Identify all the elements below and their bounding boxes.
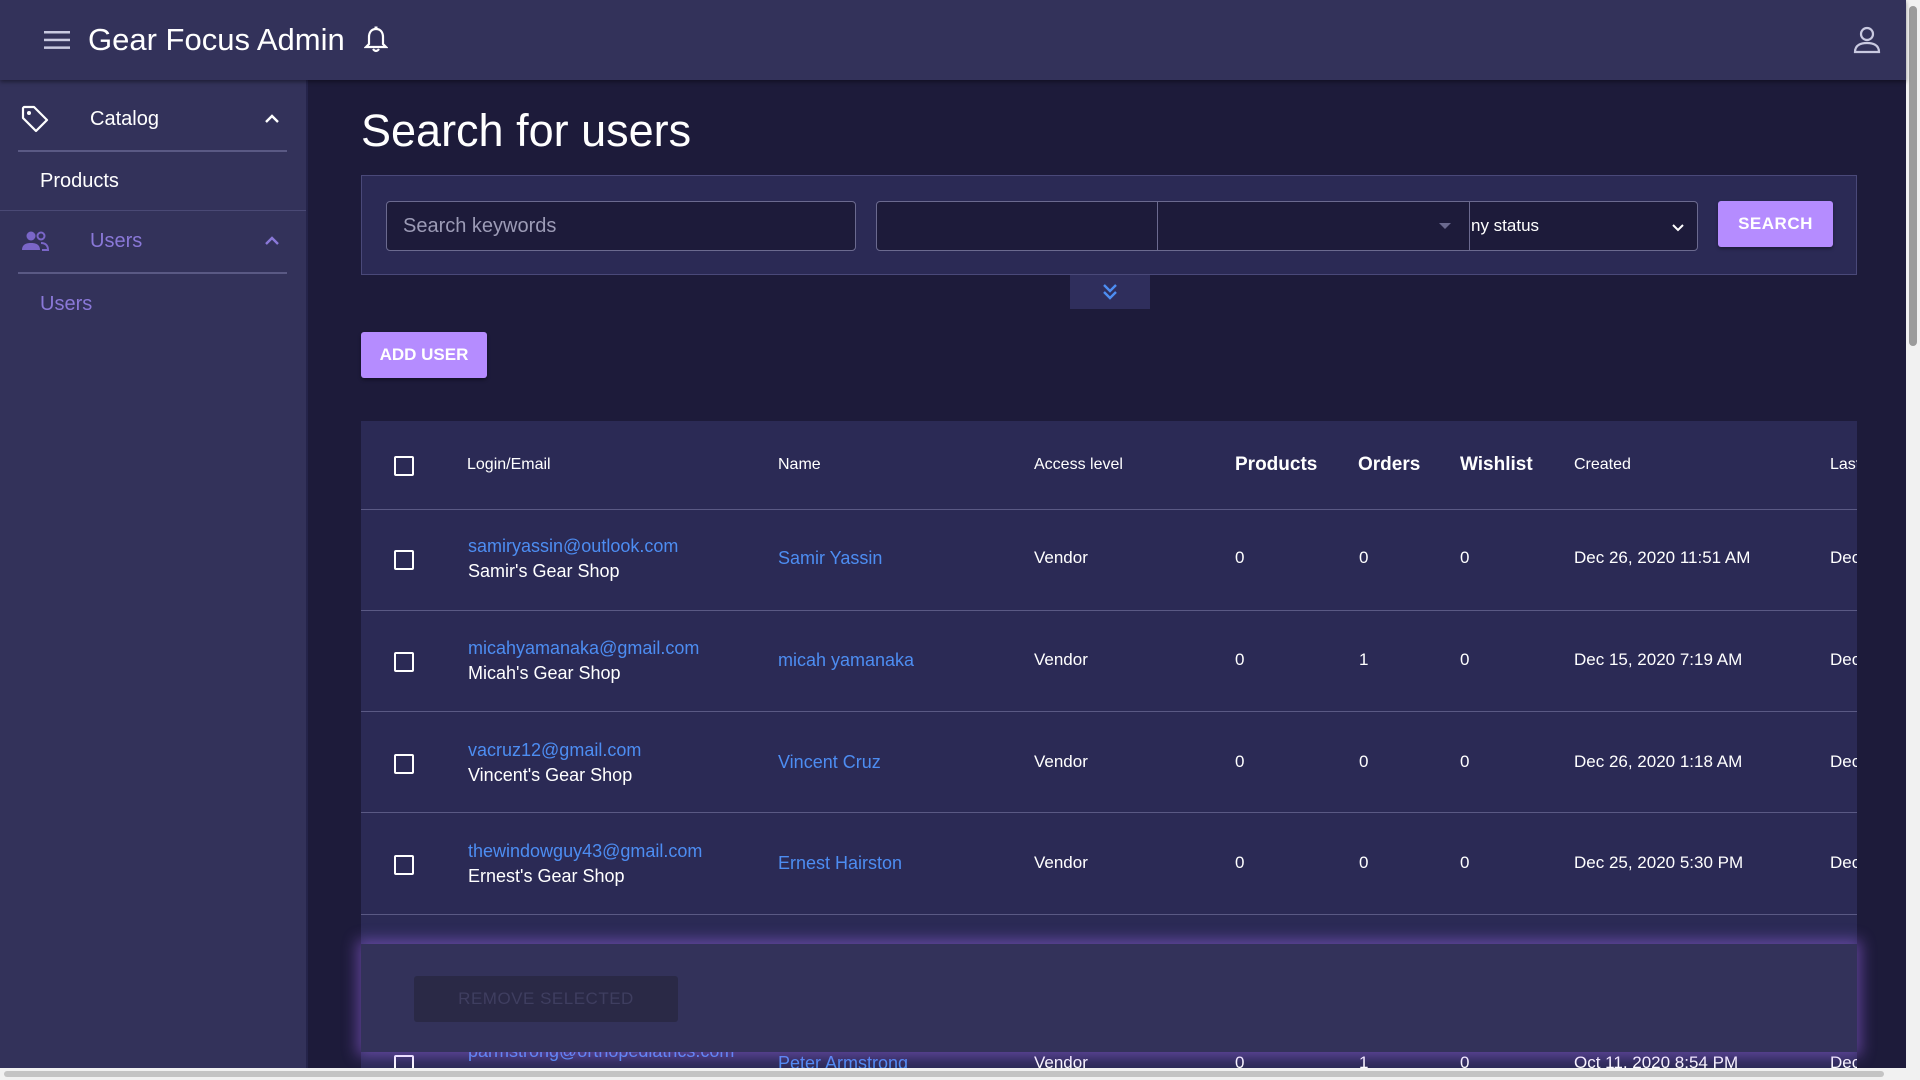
status-select-value: ny status <box>1471 216 1540 235</box>
products-count: 0 <box>1235 853 1245 872</box>
bulk-actions-bar: REMOVE SELECTED <box>361 944 1857 1052</box>
last-login: Dec <box>1830 548 1857 567</box>
last-login: Dec <box>1830 752 1857 771</box>
scrollbar-thumb[interactable] <box>4 1071 1884 1077</box>
search-input[interactable] <box>386 201 856 251</box>
sidebar-section-catalog[interactable]: Catalog <box>0 86 306 152</box>
column-header-last[interactable]: Last <box>1830 421 1857 509</box>
wishlist-count: 0 <box>1460 548 1470 567</box>
shop-name: Vincent's Gear Shop <box>468 765 633 785</box>
user-email-link[interactable]: samiryassin@outlook.com <box>468 536 678 557</box>
table-row: micahyamanaka@gmail.com Micah's Gear Sho… <box>361 610 1857 712</box>
wishlist-count: 0 <box>1460 650 1470 669</box>
dropdown-arrow-icon <box>1439 223 1451 229</box>
column-header-orders[interactable]: Orders <box>1358 421 1420 509</box>
menu-icon[interactable] <box>40 23 74 57</box>
created-date: Dec 26, 2020 11:51 AM <box>1574 548 1751 567</box>
scrollbar-thumb[interactable] <box>1909 6 1917 346</box>
user-email-link[interactable]: vacruz12@gmail.com <box>468 740 641 761</box>
filter-dropdown[interactable] <box>1157 201 1470 251</box>
divider <box>18 150 287 152</box>
products-count: 0 <box>1235 650 1245 669</box>
expand-filters-button[interactable] <box>1070 275 1150 309</box>
row-checkbox[interactable] <box>394 754 414 774</box>
bell-icon[interactable] <box>359 23 393 57</box>
user-name-link[interactable]: micah yamanaka <box>778 650 914 671</box>
divider <box>18 272 287 274</box>
account-icon[interactable] <box>1850 23 1884 57</box>
shop-name: Samir's Gear Shop <box>468 561 620 581</box>
last-login: Dec <box>1830 650 1857 669</box>
access-level: Vendor <box>1034 650 1088 669</box>
column-header-products[interactable]: Products <box>1235 421 1317 509</box>
user-email-link[interactable]: thewindowguy43@gmail.com <box>468 841 702 862</box>
shop-name: Micah's Gear Shop <box>468 663 621 683</box>
page-title: Search for users <box>361 105 692 156</box>
select-all-checkbox[interactable] <box>394 456 414 476</box>
user-name-link[interactable]: Samir Yassin <box>778 548 882 569</box>
vertical-scrollbar[interactable] <box>1906 0 1920 1080</box>
orders-count: 0 <box>1359 752 1369 771</box>
user-name-link[interactable]: Ernest Hairston <box>778 853 902 874</box>
column-header-name[interactable]: Name <box>778 421 821 509</box>
wishlist-count: 0 <box>1460 853 1470 872</box>
orders-count: 1 <box>1359 650 1369 669</box>
products-count: 0 <box>1235 752 1245 771</box>
sidebar-item-products[interactable]: Products <box>40 170 119 193</box>
table-row: vacruz12@gmail.com Vincent's Gear Shop V… <box>361 711 1857 813</box>
column-header-wishlist[interactable]: Wishlist <box>1460 421 1533 509</box>
status-select[interactable]: ny status <box>1469 201 1698 251</box>
created-date: Dec 26, 2020 1:18 AM <box>1574 752 1743 771</box>
row-checkbox[interactable] <box>394 652 414 672</box>
column-header-created[interactable]: Created <box>1574 421 1631 509</box>
app-title: Gear Focus Admin <box>88 22 345 57</box>
products-count: 0 <box>1235 548 1245 567</box>
table-row: thewindowguy43@gmail.com Ernest's Gear S… <box>361 812 1857 914</box>
sidebar: Catalog Products Users Users <box>0 80 308 1080</box>
created-date: Dec 15, 2020 7:19 AM <box>1574 650 1743 669</box>
shop-name: Ernest's Gear Shop <box>468 866 625 886</box>
chevron-up-icon[interactable] <box>261 230 283 252</box>
user-name-link[interactable]: Vincent Cruz <box>778 752 881 773</box>
wishlist-count: 0 <box>1460 752 1470 771</box>
created-date: Dec 25, 2020 5:30 PM <box>1574 853 1744 872</box>
row-checkbox[interactable] <box>394 550 414 570</box>
orders-count: 0 <box>1359 548 1369 567</box>
filter-field[interactable] <box>876 201 1158 251</box>
column-header-login[interactable]: Login/Email <box>467 421 551 509</box>
user-email-link[interactable]: micahyamanaka@gmail.com <box>468 638 699 659</box>
remove-selected-button[interactable]: REMOVE SELECTED <box>414 976 678 1022</box>
access-level: Vendor <box>1034 548 1088 567</box>
column-header-access[interactable]: Access level <box>1034 421 1123 509</box>
search-button[interactable]: SEARCH <box>1718 201 1833 247</box>
people-icon <box>20 226 50 256</box>
add-user-button[interactable]: ADD USER <box>361 332 487 378</box>
orders-count: 0 <box>1359 853 1369 872</box>
last-login: Dec <box>1830 853 1857 872</box>
chevron-down-icon <box>1671 219 1685 233</box>
horizontal-scrollbar[interactable] <box>0 1068 1906 1080</box>
sidebar-section-label: Catalog <box>90 107 159 130</box>
sidebar-section-users[interactable]: Users <box>0 208 306 274</box>
access-level: Vendor <box>1034 853 1088 872</box>
row-checkbox[interactable] <box>394 855 414 875</box>
sidebar-section-label: Users <box>90 229 143 252</box>
double-chevron-down-icon <box>1103 284 1117 300</box>
table-row: samiryassin@outlook.com Samir's Gear Sho… <box>361 509 1857 611</box>
top-app-bar: Gear Focus Admin <box>0 0 1906 80</box>
sidebar-item-users[interactable]: Users <box>40 293 92 316</box>
chevron-up-icon[interactable] <box>261 108 283 130</box>
tag-icon <box>20 104 50 134</box>
access-level: Vendor <box>1034 752 1088 771</box>
